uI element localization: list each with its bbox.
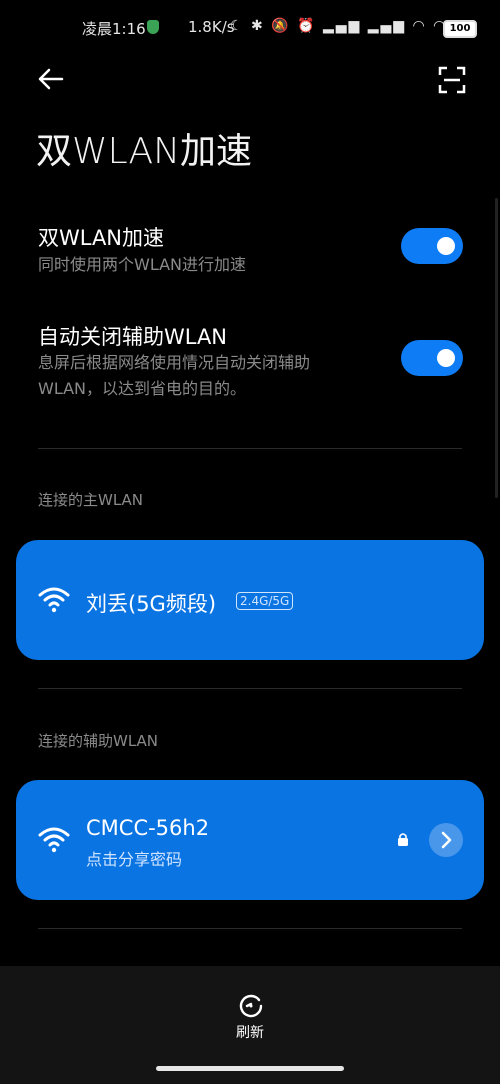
secondary-wlan-card[interactable]: CMCC-56h2 点击分享密码 [16, 780, 484, 900]
refresh-label: 刷新 [236, 1025, 264, 1041]
secondary-wlan-section-label: 连接的辅助WLAN [38, 732, 159, 750]
scan-icon[interactable] [438, 66, 466, 94]
page-title: 双WLAN加速 [36, 131, 253, 172]
divider [38, 928, 462, 929]
chevron-right-icon[interactable] [429, 823, 463, 857]
auto-close-toggle[interactable] [401, 340, 463, 376]
wifi-icon [38, 587, 70, 613]
divider [38, 688, 462, 689]
home-indicator[interactable] [156, 1066, 344, 1071]
lock-icon [398, 833, 408, 846]
band-tag: 2.4G/5G [236, 592, 294, 610]
battery-icon: 100 [443, 20, 477, 38]
wifi-icon [38, 827, 70, 853]
toggle-knob [437, 237, 455, 255]
back-arrow-icon[interactable] [34, 62, 68, 96]
divider [38, 448, 462, 449]
primary-wlan-section-label: 连接的主WLAN [38, 491, 144, 509]
setting-subtitle: 同时使用两个WLAN进行加速 [38, 255, 247, 274]
setting-title: 双WLAN加速 [38, 226, 165, 250]
security-shield-icon [147, 20, 159, 34]
share-password-hint: 点击分享密码 [86, 850, 183, 869]
status-time: 凌晨1:16 [82, 20, 146, 38]
primary-wlan-ssid: 刘丢(5G频段) [86, 592, 217, 616]
primary-wlan-card[interactable]: 刘丢(5G频段) 2.4G/5G [16, 540, 484, 660]
refresh-icon [239, 994, 263, 1018]
network-speed: 1.8K/s [188, 18, 235, 36]
scrollbar [495, 198, 498, 498]
toggle-knob [437, 349, 455, 367]
setting-subtitle: 息屏后根据网络使用情况自动关闭辅助WLAN，以达到省电的目的。 [38, 353, 311, 398]
secondary-wlan-ssid: CMCC-56h2 [86, 816, 210, 840]
status-icons: ☾ ✱ 🔕 ⏰ ▂▄▆ ▂▄▆ ◠ ◠ [230, 18, 448, 34]
dual-wlan-toggle[interactable] [401, 228, 463, 264]
setting-title: 自动关闭辅助WLAN [38, 325, 228, 349]
status-bar: 凌晨1:16 1.8K/s ☾ ✱ 🔕 ⏰ ▂▄▆ ▂▄▆ ◠ ◠ 100 [0, 14, 500, 42]
